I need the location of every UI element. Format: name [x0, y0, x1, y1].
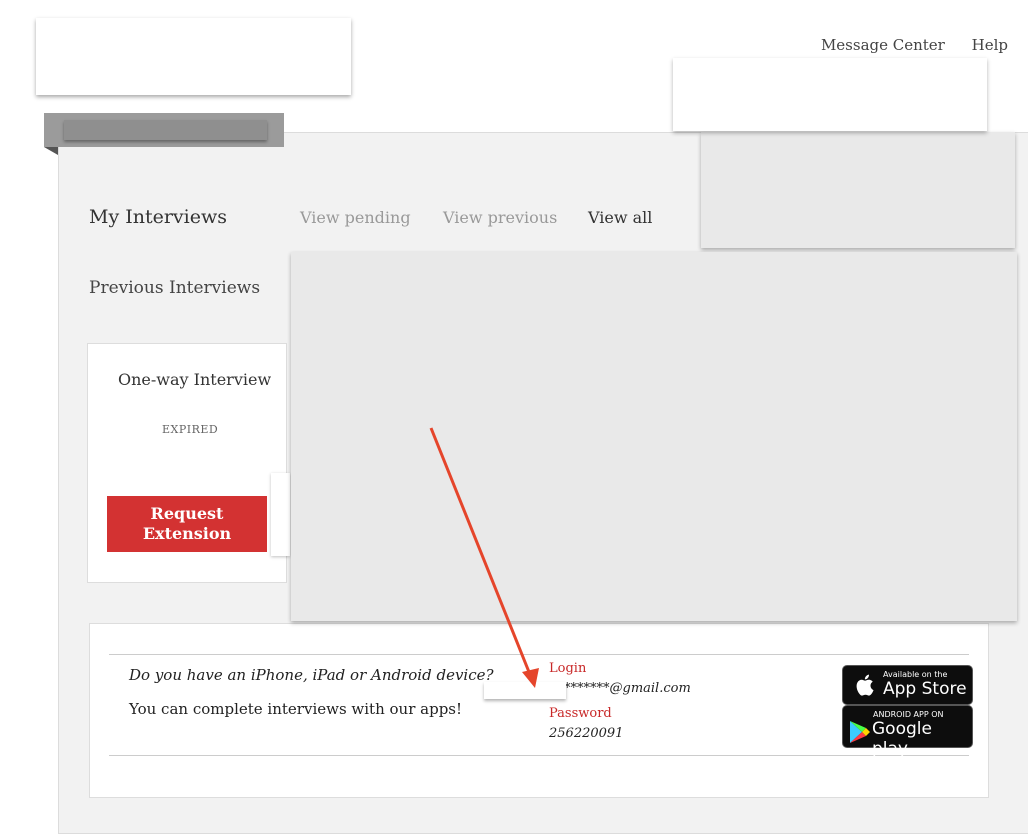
divider	[109, 654, 969, 655]
help-link[interactable]: Help	[972, 36, 1008, 54]
card-side-redaction	[271, 473, 290, 556]
google-play-text: Google play	[872, 719, 932, 759]
apple-icon	[856, 674, 874, 696]
password-label: Password	[549, 706, 612, 721]
login-value: *******@gmail.com	[564, 681, 691, 696]
app-store-small-text: Available on the	[883, 670, 948, 679]
google-play-small-text: ANDROID APP ON	[873, 710, 944, 719]
content-grey-redaction	[291, 252, 1017, 621]
top-nav: Message Center Help	[799, 36, 1008, 54]
request-extension-button[interactable]: Request Extension	[107, 496, 267, 552]
login-label: Login	[549, 661, 587, 676]
ribbon-label-redaction	[64, 120, 267, 140]
login-redaction	[484, 682, 566, 699]
section-title: Previous Interviews	[89, 278, 261, 298]
apps-description: You can complete interviews with our app…	[129, 700, 463, 718]
tab-view-previous[interactable]: View previous	[443, 208, 557, 227]
divider	[109, 755, 969, 756]
top-right-grey-redaction	[701, 132, 1015, 248]
tab-view-all[interactable]: View all	[588, 208, 652, 227]
ribbon-fold	[44, 147, 58, 155]
apps-question: Do you have an iPhone, iPad or Android d…	[129, 666, 494, 684]
interview-title: One-way Interview	[118, 370, 272, 389]
top-right-white-redaction	[673, 58, 987, 131]
message-center-link[interactable]: Message Center	[821, 36, 945, 54]
page-title: My Interviews	[89, 206, 228, 228]
google-play-icon	[850, 721, 870, 743]
request-extension-label-2: Extension	[142, 524, 232, 543]
status-badge: EXPIRED	[162, 423, 219, 436]
logo-redaction-card	[36, 18, 351, 95]
app-store-badge[interactable]: Available on the App Store	[842, 665, 973, 705]
google-play-badge[interactable]: ANDROID APP ON Google play	[842, 705, 973, 759]
request-extension-label-1: Request	[150, 504, 224, 523]
password-value: 256220091	[549, 726, 624, 741]
tab-view-pending[interactable]: View pending	[300, 208, 411, 227]
app-store-text: App Store	[883, 679, 967, 699]
